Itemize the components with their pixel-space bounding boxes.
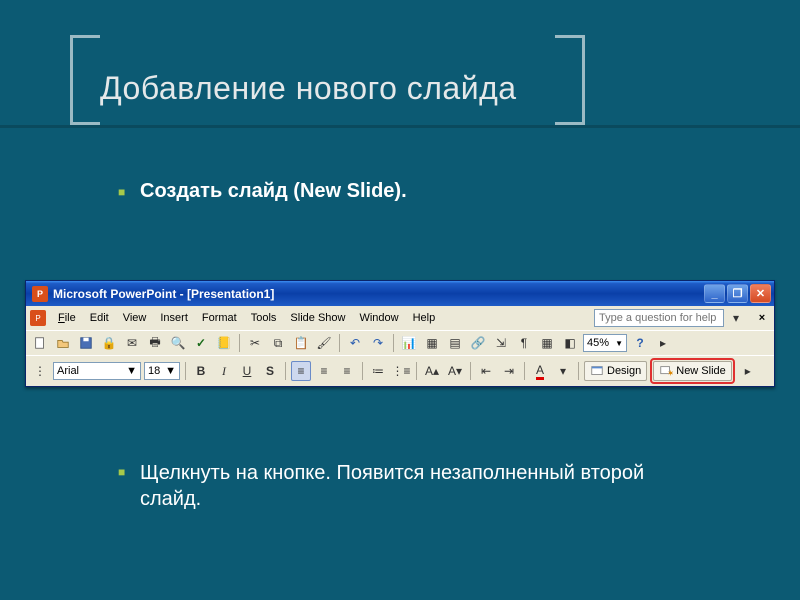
font-name-value: Arial bbox=[57, 365, 79, 377]
spelling-icon[interactable]: ✓ bbox=[191, 333, 211, 353]
show-grid-icon[interactable]: ▦ bbox=[537, 333, 557, 353]
help-icon[interactable]: ? bbox=[630, 333, 650, 353]
color-grayscale-icon[interactable]: ◧ bbox=[560, 333, 580, 353]
presentation-slide: Добавление нового слайда Создать слайд (… bbox=[0, 0, 800, 600]
separator bbox=[524, 362, 525, 380]
zoom-value: 45% bbox=[587, 337, 609, 349]
font-name-combo[interactable]: Arial ▼ bbox=[53, 362, 141, 380]
expand-all-icon[interactable]: ⇲ bbox=[491, 333, 511, 353]
separator bbox=[416, 362, 417, 380]
insert-hyperlink-icon[interactable]: 🔗 bbox=[468, 333, 488, 353]
menu-file[interactable]: File bbox=[52, 310, 82, 326]
design-button[interactable]: Design bbox=[584, 361, 647, 381]
print-icon[interactable]: 🖶 bbox=[145, 333, 165, 353]
window-title: Microsoft PowerPoint - [Presentation1] bbox=[53, 287, 274, 301]
close-button[interactable]: ✕ bbox=[750, 284, 771, 303]
increase-indent-button[interactable]: ⇥ bbox=[499, 361, 519, 381]
shadow-button[interactable]: S bbox=[260, 361, 280, 381]
menu-view[interactable]: View bbox=[117, 310, 153, 326]
menu-slideshow[interactable]: Slide Show bbox=[284, 310, 351, 326]
cut-icon[interactable]: ✂ bbox=[245, 333, 265, 353]
font-size-combo[interactable]: 18 ▼ bbox=[144, 362, 180, 380]
toolbar-options-icon[interactable]: ▸ bbox=[738, 361, 758, 381]
email-icon[interactable]: ✉ bbox=[122, 333, 142, 353]
permission-icon[interactable]: 🔒 bbox=[99, 333, 119, 353]
title-bracket-right bbox=[555, 35, 585, 125]
print-preview-icon[interactable]: 🔍 bbox=[168, 333, 188, 353]
bullet-click-instruction: Щелкнуть на кнопке. Появится незаполненн… bbox=[140, 460, 700, 512]
separator bbox=[239, 334, 240, 352]
powerpoint-window: P Microsoft PowerPoint - [Presentation1]… bbox=[25, 280, 775, 387]
redo-icon[interactable]: ↷ bbox=[368, 333, 388, 353]
toolbar-handle-icon[interactable]: ⋮ bbox=[30, 361, 50, 381]
new-slide-button[interactable]: ✶ New Slide bbox=[653, 361, 732, 381]
new-slide-icon: ✶ bbox=[659, 364, 673, 378]
show-formatting-icon[interactable]: ¶ bbox=[514, 333, 534, 353]
new-doc-icon[interactable] bbox=[30, 333, 50, 353]
design-icon bbox=[590, 364, 604, 378]
copy-icon[interactable]: ⧉ bbox=[268, 333, 288, 353]
new-slide-label: New Slide bbox=[676, 365, 726, 377]
bullet-create-slide: Создать слайд (New Slide). bbox=[140, 180, 407, 203]
help-search-input[interactable] bbox=[594, 309, 724, 327]
slide-title: Добавление нового слайда bbox=[100, 70, 517, 107]
menu-window[interactable]: Window bbox=[353, 310, 404, 326]
font-color-dropdown-icon[interactable]: ▾ bbox=[553, 361, 573, 381]
bullets-button[interactable]: ⋮≡ bbox=[391, 361, 411, 381]
tables-borders-icon[interactable]: ▤ bbox=[445, 333, 465, 353]
title-bracket-left bbox=[70, 35, 100, 125]
align-center-button[interactable]: ≡ bbox=[314, 361, 334, 381]
separator bbox=[393, 334, 394, 352]
bold-button[interactable]: B bbox=[191, 361, 211, 381]
chevron-down-icon: ▼ bbox=[165, 365, 176, 377]
menu-bar: P File Edit View Insert Format Tools Sli… bbox=[26, 306, 774, 330]
menu-format[interactable]: Format bbox=[196, 310, 243, 326]
paste-icon[interactable]: 📋 bbox=[291, 333, 311, 353]
toolbar-options-icon[interactable]: ▸ bbox=[653, 333, 673, 353]
decrease-indent-button[interactable]: ⇤ bbox=[476, 361, 496, 381]
separator bbox=[362, 362, 363, 380]
decrease-font-button[interactable]: A▾ bbox=[445, 361, 465, 381]
document-close-button[interactable]: × bbox=[754, 310, 770, 326]
separator bbox=[578, 362, 579, 380]
title-divider bbox=[0, 125, 800, 128]
formatting-toolbar: ⋮ Arial▼ 18▼ B I U S ≡ ≡ ≡ ≔ ⋮≡ A▴ A▾ ⇤ … bbox=[26, 355, 774, 386]
window-titlebar[interactable]: P Microsoft PowerPoint - [Presentation1]… bbox=[26, 281, 774, 306]
format-painter-icon[interactable]: 🖌 bbox=[314, 333, 334, 353]
font-color-button[interactable]: A bbox=[530, 361, 550, 381]
powerpoint-app-icon: P bbox=[32, 286, 48, 302]
menu-tools[interactable]: Tools bbox=[245, 310, 283, 326]
insert-table-icon[interactable]: ▦ bbox=[422, 333, 442, 353]
help-dropdown-icon[interactable]: ▾ bbox=[726, 308, 746, 328]
standard-toolbar: 🔒 ✉ 🖶 🔍 ✓ 📒 ✂ ⧉ 📋 🖌 ↶ ↷ 📊 ▦ ▤ 🔗 ⇲ ¶ ▦ ◧ … bbox=[26, 330, 774, 355]
zoom-combo[interactable]: 45% ▼ bbox=[583, 334, 627, 352]
open-icon[interactable] bbox=[53, 333, 73, 353]
menu-help[interactable]: Help bbox=[407, 310, 442, 326]
powerpoint-doc-icon: P bbox=[30, 310, 46, 326]
insert-chart-icon[interactable]: 📊 bbox=[399, 333, 419, 353]
undo-icon[interactable]: ↶ bbox=[345, 333, 365, 353]
italic-button[interactable]: I bbox=[214, 361, 234, 381]
minimize-button[interactable]: _ bbox=[704, 284, 725, 303]
design-label: Design bbox=[607, 365, 641, 377]
numbering-button[interactable]: ≔ bbox=[368, 361, 388, 381]
new-slide-highlight: ✶ New Slide bbox=[650, 358, 735, 384]
restore-button[interactable]: ❐ bbox=[727, 284, 748, 303]
save-icon[interactable] bbox=[76, 333, 96, 353]
underline-button[interactable]: U bbox=[237, 361, 257, 381]
align-right-button[interactable]: ≡ bbox=[337, 361, 357, 381]
separator bbox=[185, 362, 186, 380]
svg-text:✶: ✶ bbox=[668, 369, 673, 377]
increase-font-button[interactable]: A▴ bbox=[422, 361, 442, 381]
separator bbox=[470, 362, 471, 380]
align-left-button[interactable]: ≡ bbox=[291, 361, 311, 381]
font-size-value: 18 bbox=[148, 365, 160, 377]
separator bbox=[285, 362, 286, 380]
menu-edit[interactable]: Edit bbox=[84, 310, 115, 326]
chevron-down-icon: ▼ bbox=[615, 339, 623, 348]
separator bbox=[339, 334, 340, 352]
research-icon[interactable]: 📒 bbox=[214, 333, 234, 353]
chevron-down-icon: ▼ bbox=[126, 365, 137, 377]
menu-insert[interactable]: Insert bbox=[154, 310, 194, 326]
